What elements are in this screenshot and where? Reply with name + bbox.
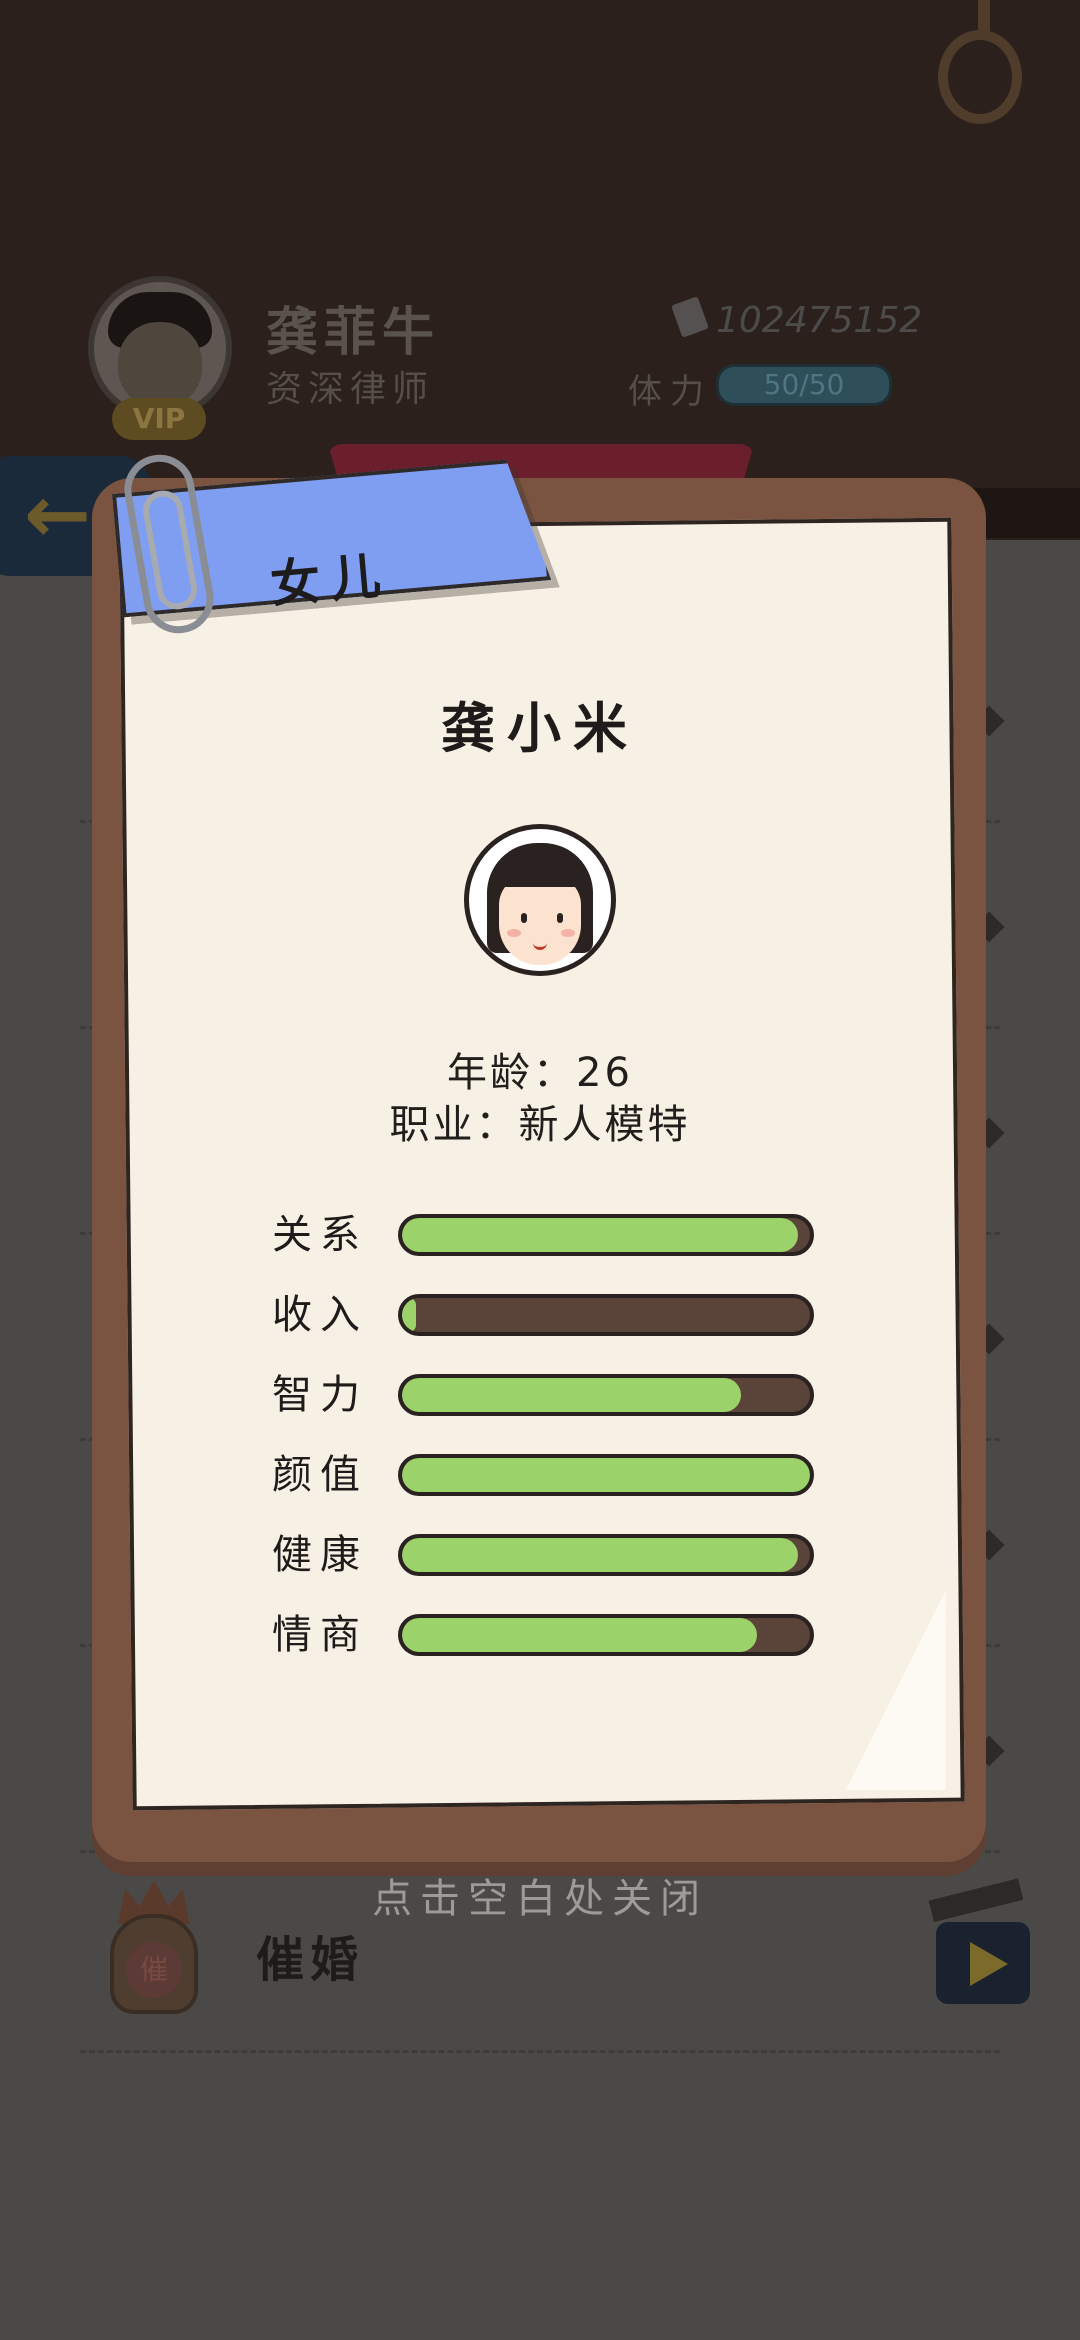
video-ad-button[interactable] (928, 1878, 1030, 2004)
character-avatar (464, 824, 616, 976)
stat-bar-fill (402, 1218, 798, 1252)
stat-bar-fill (402, 1378, 741, 1412)
vip-badge[interactable]: VIP (112, 398, 206, 440)
stat-bar (398, 1374, 814, 1416)
avatar-eye (521, 913, 527, 923)
stat-bar-fill (402, 1538, 798, 1572)
avatar-blush (561, 929, 575, 937)
urge-seal: 催 (126, 1942, 182, 1998)
avatar-face (118, 322, 202, 408)
avatar-blush (507, 929, 521, 937)
avatar-face (499, 875, 581, 965)
stat-bar (398, 1294, 814, 1336)
stat-bar (398, 1214, 814, 1256)
avatar-bangs (499, 869, 581, 887)
row-divider (80, 2050, 1000, 2053)
player-name: 龚菲牛 (266, 303, 441, 363)
stat-row: 颜值 (272, 1450, 832, 1500)
ring-icon[interactable] (938, 30, 1022, 124)
stat-label: 收入 (272, 1292, 368, 1338)
stat-bar (398, 1454, 814, 1496)
stat-bar-fill (402, 1298, 416, 1332)
job-line: 职业：新人模特 (389, 1102, 691, 1148)
stat-label: 颜值 (272, 1452, 368, 1498)
avatar-eye (557, 913, 563, 923)
money-value: 102475152 (716, 300, 923, 341)
back-arrow-icon: ← (24, 468, 92, 561)
stat-bar-fill (402, 1618, 757, 1652)
stat-label: 健康 (272, 1532, 368, 1578)
stat-label: 情商 (272, 1612, 368, 1658)
stamina-bar: 50/50 (716, 364, 892, 406)
stat-label: 关系 (272, 1212, 368, 1258)
play-icon (970, 1942, 1008, 1986)
stat-bar (398, 1534, 814, 1576)
player-title: 资深律师 (266, 369, 435, 410)
stat-bar-fill (402, 1458, 810, 1492)
stat-row: 智力 (272, 1370, 832, 1420)
ribbon-label: 女儿 (268, 545, 393, 615)
stamina-label: 体力 (628, 372, 712, 412)
close-hint[interactable]: 点击空白处关闭 (0, 1866, 1080, 1924)
stat-label: 智力 (272, 1372, 368, 1418)
stat-row: 情商 (272, 1610, 832, 1660)
urge-marriage-label: 催婚 (256, 1932, 365, 1988)
stat-row: 关系 (272, 1210, 832, 1260)
stat-row: 健康 (272, 1530, 832, 1580)
age-line: 年龄：26 (447, 1050, 633, 1096)
stat-bar (398, 1614, 814, 1656)
character-name: 龚小米 (441, 697, 639, 760)
stat-row: 收入 (272, 1290, 832, 1340)
